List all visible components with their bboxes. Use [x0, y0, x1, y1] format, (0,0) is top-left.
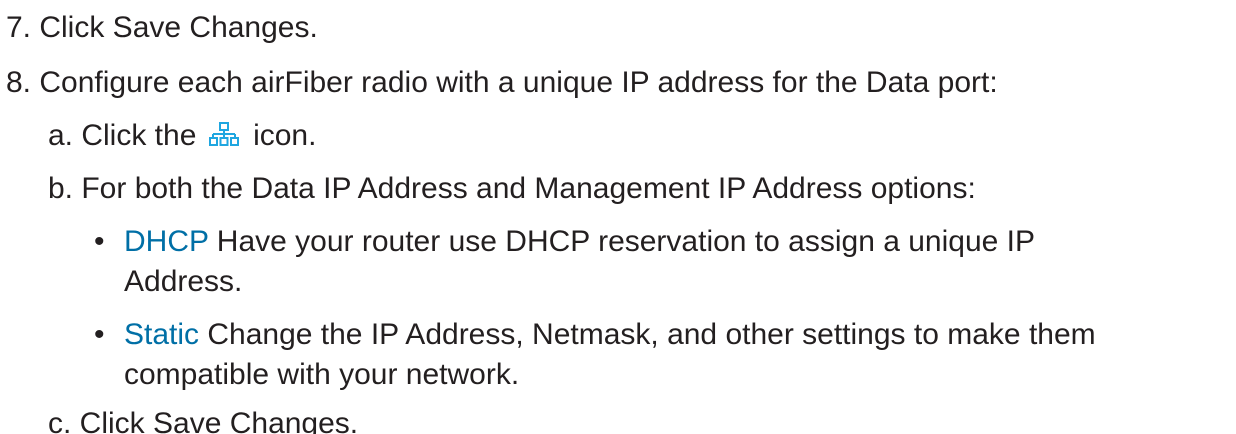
bullet-dhcp: •	[94, 225, 105, 258]
dhcp-option-line2: Address.	[124, 265, 243, 298]
static-description: Change the IP Address, Netmask, and othe…	[199, 318, 1096, 351]
substep-b: b. For both the Data IP Address and Mana…	[48, 172, 976, 205]
substep-a-suffix: icon.	[253, 119, 317, 152]
substep-c: c. Click Save Changes.	[48, 407, 359, 434]
substep-a: a. Click the icon.	[48, 116, 316, 156]
static-label: Static	[124, 318, 200, 351]
step-7: 7. Click Save Changes.	[6, 11, 318, 44]
dhcp-option-line1: DHCP Have your router use DHCP reservati…	[124, 222, 1035, 262]
dhcp-label: DHCP	[124, 225, 209, 258]
static-option-line2: compatible with your network.	[124, 358, 520, 391]
step-8: 8. Configure each airFiber radio with a …	[6, 66, 998, 99]
static-option-line1: Static Change the IP Address, Netmask, a…	[124, 315, 1096, 355]
bullet-static: •	[94, 318, 105, 351]
dhcp-description: Have your router use DHCP reservation to…	[208, 225, 1036, 258]
network-icon	[208, 122, 239, 146]
substep-a-prefix: a. Click the	[48, 119, 197, 152]
